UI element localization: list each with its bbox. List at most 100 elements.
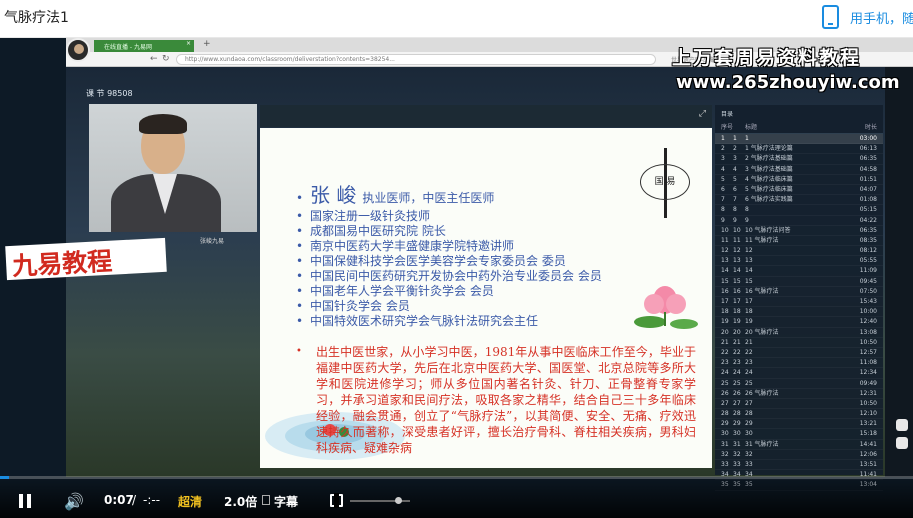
chapter-row[interactable]: 27 27 27 10:50 bbox=[715, 399, 883, 410]
subtitles-button[interactable]: 字幕 bbox=[274, 493, 298, 510]
chapter-row[interactable]: 33 2 气脉疗法基础篇 06:35 bbox=[715, 154, 883, 165]
chapter-name: 4 气脉疗法临床篇 bbox=[745, 175, 793, 183]
chapter-row[interactable]: 26 26 26 气脉疗法 12:31 bbox=[715, 389, 883, 399]
chapter-row[interactable]: 25 25 25 09:49 bbox=[715, 379, 883, 389]
chapter-index: 31 bbox=[733, 440, 741, 448]
chapter-index: 25 bbox=[733, 379, 741, 387]
chapter-row[interactable]: 30 30 30 15:18 bbox=[715, 429, 883, 440]
chapter-row[interactable]: 28 28 28 12:10 bbox=[715, 409, 883, 420]
chapter-duration: 13:51 bbox=[859, 461, 877, 468]
chapter-row[interactable]: 15 15 15 09:45 bbox=[715, 277, 883, 287]
chapter-duration: 05:55 bbox=[859, 257, 877, 265]
chapter-row[interactable]: 12 12 12 08:12 bbox=[715, 246, 883, 257]
chapter-duration: 08:35 bbox=[859, 236, 877, 244]
mobile-watch-link[interactable]: 用手机，随时 bbox=[850, 8, 913, 27]
chapter-number: 22 bbox=[721, 348, 729, 356]
chapter-duration: 11:08 bbox=[859, 359, 877, 367]
volume-knob[interactable] bbox=[395, 497, 402, 504]
chapter-number: 4 bbox=[721, 165, 725, 173]
phone-icon[interactable] bbox=[822, 5, 839, 29]
chapter-row[interactable]: 16 16 16 气脉疗法 07:50 bbox=[715, 287, 883, 297]
chapter-duration: 05:15 bbox=[859, 206, 877, 214]
video-player[interactable]: 在线直播 - 九易网 × + ← ↻ http://www.xundaoa.co… bbox=[0, 38, 913, 518]
share-icon[interactable] bbox=[896, 437, 908, 449]
chapter-row[interactable]: 29 29 29 13:21 bbox=[715, 419, 883, 430]
chapter-row[interactable]: 8 8 8 05:15 bbox=[715, 205, 883, 216]
chapter-name: 2 气脉疗法基础篇 bbox=[745, 155, 793, 163]
chapter-index: 26 bbox=[733, 389, 741, 397]
chapter-row[interactable]: 1 1 1 03:00 bbox=[715, 134, 883, 145]
chapter-row[interactable]: 13 13 13 05:55 bbox=[715, 256, 883, 267]
chapter-index: 22 bbox=[733, 348, 741, 356]
chapter-name: 22 bbox=[745, 348, 753, 356]
chapter-row[interactable]: 9 9 9 04:22 bbox=[715, 216, 883, 226]
new-tab-icon: + bbox=[203, 39, 211, 49]
chapter-name: 8 bbox=[745, 206, 749, 214]
customer-service-icon[interactable] bbox=[896, 419, 908, 431]
chapter-list: 目录 序号 标题 时长 1 1 1 03:00 2 2 1 气脉疗法理论篇 06:13 3 3 2 … bbox=[715, 105, 883, 491]
chapter-list-header: 序号 标题 时长 bbox=[715, 122, 883, 134]
video-controls: 🔊 0:07 / -:-- 超清 2.0倍 字幕 bbox=[0, 476, 913, 518]
teacher-hair bbox=[139, 114, 187, 134]
chapter-row[interactable]: 23 23 23 11:08 bbox=[715, 358, 883, 369]
chapter-row[interactable]: 21 21 21 10:50 bbox=[715, 338, 883, 348]
chapter-duration: 04:07 bbox=[859, 185, 877, 193]
chapter-row[interactable]: 22 22 22 12:57 bbox=[715, 348, 883, 359]
chapter-row[interactable]: 11 11 11 气脉疗法 08:35 bbox=[715, 236, 883, 247]
watermark-url: www.265zhouyiw.com bbox=[676, 72, 900, 93]
chapter-duration: 10:50 bbox=[859, 399, 877, 407]
chapter-duration: 13:08 bbox=[859, 328, 877, 336]
chapter-number: 21 bbox=[721, 338, 729, 346]
chapter-index: 30 bbox=[733, 430, 741, 438]
chapter-row[interactable]: 20 20 20 气脉疗法 13:08 bbox=[715, 328, 883, 338]
chapter-index: 6 bbox=[733, 185, 737, 193]
chapter-row[interactable]: 44 3 气脉疗法基础篇 04:58 bbox=[715, 165, 883, 175]
lesson-number: 课 节 98508 bbox=[86, 89, 133, 98]
fullscreen-icon[interactable] bbox=[330, 493, 343, 508]
chapter-number: 12 bbox=[721, 247, 729, 255]
subtitles-icon bbox=[262, 495, 270, 505]
chapter-name: 17 bbox=[745, 298, 753, 305]
chapter-number: 9 bbox=[721, 216, 725, 224]
chapter-row[interactable]: 31 31 31 气脉疗法 14:41 bbox=[715, 440, 883, 450]
chapter-number: 13 bbox=[721, 257, 729, 265]
teacher-name-row: • 张 峻执业医师，中医主任医师 bbox=[296, 184, 706, 209]
chapter-duration: 09:45 bbox=[859, 277, 877, 285]
slide-toolbar: ⤢ bbox=[260, 105, 712, 127]
expand-icon[interactable]: ⤢ bbox=[699, 109, 706, 119]
chapter-row[interactable]: 18 18 18 10:00 bbox=[715, 307, 883, 318]
chapter-row[interactable]: 66 5 气脉疗法临床篇 04:07 bbox=[715, 185, 883, 196]
chapter-number: 6 bbox=[721, 185, 725, 193]
chapter-row[interactable]: 33 33 33 13:51 bbox=[715, 460, 883, 471]
chapter-number: 23 bbox=[721, 359, 729, 367]
close-icon: × bbox=[186, 40, 192, 47]
quality-button[interactable]: 超清 bbox=[178, 493, 202, 510]
biography-paragraph: • 出生中医世家，从小学习中医，1981年从事中医临床工作至今，毕业于福建中医药… bbox=[296, 345, 696, 455]
chapter-row[interactable]: 14 14 14 11:09 bbox=[715, 266, 883, 277]
chapter-number: 5 bbox=[721, 175, 725, 183]
chapter-row[interactable]: 19 19 19 12:40 bbox=[715, 317, 883, 328]
recorded-browser-tab: 在线直播 - 九易网 bbox=[94, 40, 194, 52]
chapter-index: 4 bbox=[733, 165, 737, 173]
chapter-name: 15 bbox=[745, 277, 753, 285]
chapter-row[interactable]: 55 4 气脉疗法临床篇 01:51 bbox=[715, 175, 883, 185]
speed-button[interactable]: 2.0倍 bbox=[224, 493, 257, 510]
chapter-name: 32 bbox=[745, 450, 753, 458]
chapter-number: 10 bbox=[721, 226, 729, 234]
volume-icon[interactable]: 🔊 bbox=[64, 492, 84, 511]
chapter-row[interactable]: 10 10 10 气脉疗法问答 06:35 bbox=[715, 226, 883, 236]
progress-bar[interactable] bbox=[0, 476, 913, 479]
chapter-row[interactable]: 17 17 17 15:43 bbox=[715, 297, 883, 308]
chapter-row[interactable]: 77 6 气脉疗法实践篇 01:08 bbox=[715, 195, 883, 206]
chapter-name: 11 气脉疗法 bbox=[745, 236, 779, 244]
chapter-index: 2 bbox=[733, 145, 737, 153]
pause-button[interactable] bbox=[18, 494, 32, 508]
chapter-number: 14 bbox=[721, 267, 729, 275]
chapter-number: 11 bbox=[721, 236, 729, 244]
chapter-row[interactable]: 24 24 24 12:34 bbox=[715, 368, 883, 379]
chapter-index: 19 bbox=[733, 318, 741, 326]
chapter-row[interactable]: 32 32 32 12:06 bbox=[715, 450, 883, 460]
chapter-number: 30 bbox=[721, 430, 729, 438]
chapter-row[interactable]: 22 1 气脉疗法理论篇 06:13 bbox=[715, 144, 883, 155]
chapter-name: 29 bbox=[745, 420, 753, 428]
